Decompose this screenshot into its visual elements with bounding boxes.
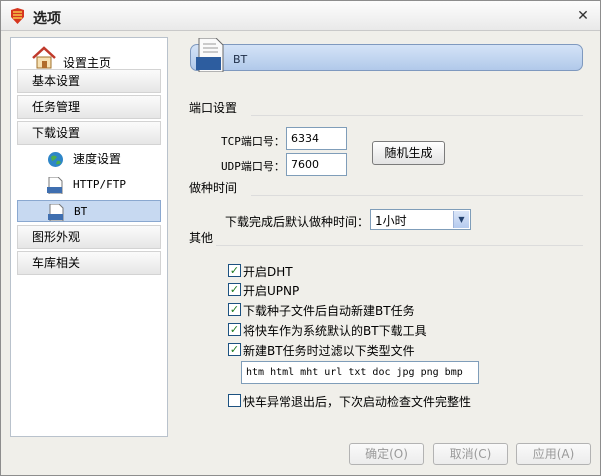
globe-icon — [48, 152, 63, 167]
apply-button[interactable]: 应用(A) — [516, 443, 591, 465]
sidebar-item-bt-label: BT — [74, 205, 88, 218]
filter-types-input[interactable] — [241, 361, 479, 384]
sidebar-item-speed[interactable]: 速度设置 — [17, 148, 161, 170]
checkmark-icon[interactable]: ✓ — [228, 323, 241, 336]
udp-port-input[interactable] — [286, 153, 347, 176]
auto-new-bt-task-label: 下载种子文件后自动新建BT任务 — [243, 304, 415, 318]
sidebar-item-speed-label: 速度设置 — [73, 152, 122, 166]
sidebar-item-http-label: HTTP/FTP — [73, 178, 126, 191]
sidebar-item-garage[interactable]: 车库相关 — [17, 251, 161, 275]
udp-port-label: UDP端口号： — [221, 160, 285, 173]
page-header — [190, 44, 583, 71]
http-icon — [47, 177, 63, 194]
checkmark-icon[interactable]: ✓ — [228, 283, 241, 296]
seeding-section-title: 做种时间 — [189, 181, 238, 195]
sidebar-item-http[interactable]: HTTP/FTP — [17, 174, 161, 196]
checkmark-icon[interactable]: ✓ — [228, 303, 241, 316]
seeding-time-select[interactable]: 1小时 ▼ — [370, 209, 471, 230]
divider — [251, 195, 583, 196]
titlebar: 选项 ✕ — [1, 1, 600, 31]
checkmark-icon[interactable]: ✓ — [228, 264, 241, 277]
tcp-port-input[interactable] — [286, 127, 347, 150]
sidebar-item-basic[interactable]: 基本设置 — [17, 69, 161, 93]
sidebar-item-tasks[interactable]: 任务管理 — [17, 95, 161, 119]
sidebar-item-download[interactable]: 下载设置 — [17, 121, 161, 145]
options-window: 选项 ✕ 设置主页 基本设置 任务管理 下载设置 速度设置 HTTP/FTP B… — [0, 0, 601, 476]
dht-label: 开启DHT — [243, 265, 293, 279]
sidebar-item-bt[interactable]: BT — [17, 200, 161, 222]
page-title: BT — [233, 53, 248, 66]
filter-file-types-label: 新建BT任务时过滤以下类型文件 — [243, 344, 415, 358]
settings-sidebar: 设置主页 基本设置 任务管理 下载设置 速度设置 HTTP/FTP BT 图形外… — [10, 37, 168, 437]
random-port-button[interactable]: 随机生成 — [372, 141, 445, 165]
upnp-label: 开启UPNP — [243, 284, 300, 298]
flashget-app-icon — [11, 8, 24, 24]
default-bt-tool-label: 将快车作为系统默认的BT下载工具 — [243, 324, 427, 338]
checkmark-icon[interactable]: ✓ — [228, 343, 241, 356]
other-section-title: 其他 — [189, 231, 214, 245]
close-icon[interactable]: ✕ — [575, 8, 591, 24]
window-title: 选项 — [33, 11, 61, 27]
bt-page-icon — [196, 38, 224, 72]
seeding-time-value: 1小时 — [375, 214, 407, 228]
chevron-down-icon[interactable]: ▼ — [453, 211, 469, 228]
integrity-check-label: 快车异常退出后，下次启动检查文件完整性 — [243, 395, 472, 409]
unchecked-box-icon[interactable] — [228, 394, 241, 407]
sidebar-item-appearance[interactable]: 图形外观 — [17, 225, 161, 249]
cancel-button[interactable]: 取消(C) — [433, 443, 508, 465]
home-icon — [32, 46, 56, 69]
divider — [251, 115, 583, 116]
seeding-time-label: 下载完成后默认做种时间： — [225, 215, 370, 229]
tcp-port-label: TCP端口号： — [221, 135, 285, 148]
ok-button[interactable]: 确定(O) — [349, 443, 424, 465]
bt-icon — [48, 204, 64, 221]
port-section-title: 端口设置 — [189, 101, 238, 115]
divider — [216, 245, 583, 246]
